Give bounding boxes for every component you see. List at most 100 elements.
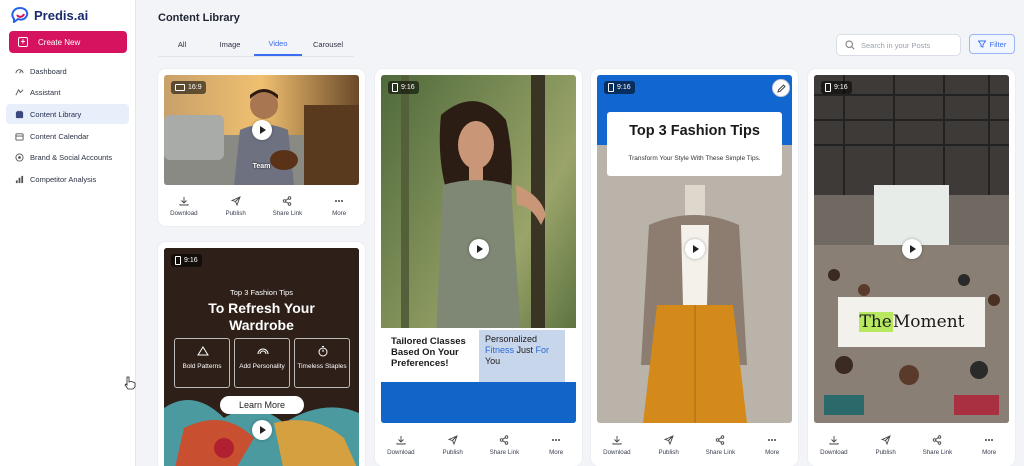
send-icon (880, 435, 891, 445)
card-actions: Download Publish Share Link More (808, 435, 1015, 456)
publish-button[interactable]: Publish (649, 435, 689, 456)
sidebar-nav: Dashboard Assistant Content Library Cont… (6, 61, 129, 191)
share-link-button[interactable]: Share Link (267, 196, 307, 217)
video-card[interactable]: 9:16 Top 3 Fashion Tips To Refresh Your … (158, 242, 365, 466)
play-button[interactable] (252, 420, 272, 440)
sidebar-item-assistant[interactable]: Assistant (6, 83, 129, 103)
more-icon (768, 439, 777, 441)
app-logo[interactable]: Predis.ai (11, 7, 88, 23)
video-card[interactable]: 9:16 The Moment Download Publish Share L… (808, 69, 1015, 466)
play-button[interactable] (252, 120, 272, 140)
download-button[interactable]: Download (597, 435, 637, 456)
landscape-icon (175, 84, 185, 91)
search-icon (845, 40, 855, 50)
aspect-ratio-badge: 9:16 (171, 254, 202, 267)
search-input[interactable] (861, 40, 951, 50)
app-name: Predis.ai (34, 7, 89, 23)
tip-label: Bold Patterns (182, 363, 222, 370)
hand-cursor-icon (124, 376, 136, 390)
share-icon (500, 435, 509, 445)
content-type-tabs: All Image Video Carousel (158, 33, 354, 57)
more-button[interactable]: More (969, 435, 1009, 456)
page-title: Content Library (158, 12, 240, 24)
tab-video[interactable]: Video (254, 33, 302, 56)
sidebar-item-content-library[interactable]: Content Library (6, 104, 129, 125)
share-link-button[interactable]: Share Link (700, 435, 740, 456)
sidebar-item-content-calendar[interactable]: Content Calendar (6, 126, 129, 146)
card-actions: Download Publish Share Link More (158, 196, 365, 217)
search-box[interactable] (836, 34, 961, 56)
brand-icon (15, 153, 24, 162)
share-icon (716, 435, 725, 445)
send-icon (663, 435, 674, 445)
sidebar-item-label: Brand & Social Accounts (30, 153, 113, 163)
calendar-icon (15, 132, 24, 141)
video-caption: Team (252, 163, 271, 170)
download-button[interactable]: Download (814, 435, 854, 456)
video-thumbnail[interactable]: 9:16 Tailored Classes Based On Your Pref… (381, 75, 576, 423)
share-link-button[interactable]: Share Link (917, 435, 957, 456)
video-thumbnail[interactable]: 9:16 The Moment (814, 75, 1009, 423)
publish-button[interactable]: Publish (216, 196, 256, 217)
sidebar: Predis.ai + Create New Dashboard Assista… (0, 0, 136, 466)
tab-image[interactable]: Image (206, 33, 254, 56)
share-icon (933, 435, 942, 445)
video-thumbnail[interactable]: 9:16 Top 3 Fashion Tips Transform Your S… (597, 75, 792, 423)
play-button[interactable] (685, 239, 705, 259)
video-thumbnail[interactable]: 9:16 Top 3 Fashion Tips To Refresh Your … (164, 248, 359, 466)
stopwatch-icon (318, 346, 328, 357)
sidebar-item-competitor-analysis[interactable]: Competitor Analysis (6, 169, 129, 189)
video-card[interactable]: 9:16 Tailored Classes Based On Your Pref… (375, 69, 582, 466)
tip-box: Bold Patterns (174, 338, 230, 388)
rainbow-icon (257, 348, 269, 355)
more-button[interactable]: More (319, 196, 359, 217)
pencil-icon (776, 83, 786, 93)
more-button[interactable]: More (536, 435, 576, 456)
title-card: Top 3 Fashion Tips Transform Your Style … (607, 112, 782, 176)
publish-button[interactable]: Publish (866, 435, 906, 456)
sidebar-item-label: Content Library (30, 109, 82, 119)
create-new-label: Create New (38, 37, 81, 47)
edit-button[interactable] (772, 79, 790, 97)
download-icon (396, 436, 406, 445)
video-card[interactable]: 9:16 Top 3 Fashion Tips Transform Your S… (591, 69, 798, 466)
download-button[interactable]: Download (381, 435, 421, 456)
publish-button[interactable]: Publish (433, 435, 473, 456)
plus-icon: + (18, 37, 28, 47)
share-link-button[interactable]: Share Link (484, 435, 524, 456)
play-button[interactable] (469, 239, 489, 259)
download-button[interactable]: Download (164, 196, 204, 217)
learn-more-button[interactable]: Learn More (220, 396, 304, 414)
aspect-ratio-badge: 9:16 (604, 81, 635, 94)
assistant-icon (15, 89, 24, 96)
download-icon (829, 436, 839, 445)
video-thumbnail[interactable]: 16:9 Team (164, 75, 359, 185)
library-icon (15, 110, 24, 118)
share-icon (283, 196, 292, 206)
overlay-text: The Moment (838, 297, 985, 347)
play-button[interactable] (902, 239, 922, 259)
tab-all[interactable]: All (158, 33, 206, 56)
sidebar-item-label: Competitor Analysis (30, 174, 97, 184)
more-icon (335, 200, 344, 202)
portrait-icon (175, 256, 181, 265)
dashboard-icon (15, 68, 24, 74)
tab-carousel[interactable]: Carousel (302, 33, 354, 56)
blue-footer-band (381, 382, 576, 423)
more-icon (985, 439, 994, 441)
filter-icon (977, 40, 986, 48)
more-button[interactable]: More (752, 435, 792, 456)
post-subtitle: Transform Your Style With These Simple T… (628, 155, 761, 162)
tip-box: Timeless Staples (294, 338, 350, 388)
video-card[interactable]: 16:9 Team Download Publish Share Link Mo… (158, 69, 365, 226)
create-new-button[interactable]: + Create New (9, 31, 127, 53)
analysis-icon (15, 175, 24, 184)
send-icon (230, 196, 241, 206)
sidebar-item-dashboard[interactable]: Dashboard (6, 61, 129, 81)
sidebar-item-brand-social[interactable]: Brand & Social Accounts (6, 148, 129, 168)
filter-button[interactable]: Filter (969, 34, 1015, 54)
post-right-text: Personalized Fitness Just For You (479, 330, 565, 382)
post-headline: To Refresh Your Wardrobe (208, 300, 315, 333)
send-icon (447, 435, 458, 445)
tip-box: Add Personality (234, 338, 290, 388)
